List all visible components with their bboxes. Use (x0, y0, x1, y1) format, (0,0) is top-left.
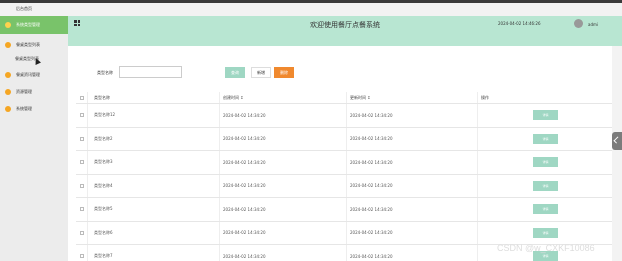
table-row: 类型名称2 2024-04-02 14:34:20 2024-04-02 14:34… (76, 127, 612, 151)
sidebar-item-label: 餐桌类型列表 (16, 42, 40, 47)
data-table: 类型名称 创建时间 ↕ 更新时间 ↕ 操作 类型名称12 2024-04-02 1… (76, 92, 612, 261)
table-row: 类型名称4 2024-04-02 14:34:20 2024-04-02 14:34… (76, 174, 612, 198)
location-icon (5, 42, 11, 48)
cell-created: 2024-04-02 14:34:20 (220, 198, 347, 221)
cell-action: 详情 (478, 104, 612, 127)
row-checkbox[interactable] (76, 198, 88, 221)
cell-updated: 2024-04-02 14:34:20 (347, 151, 478, 174)
cell-updated: 2024-04-02 14:34:20 (347, 127, 478, 150)
avatar[interactable] (574, 19, 583, 28)
detail-button[interactable]: 详情 (533, 227, 558, 238)
cell-name: 类型名称6 (88, 221, 220, 244)
scrollbar[interactable] (612, 46, 622, 261)
cell-created: 2024-04-02 14:34:20 (220, 151, 347, 174)
top-header: 欢迎使用餐厅点餐系统 2024-04-02 14:46:26 admi (68, 16, 622, 46)
cell-updated: 2024-04-02 14:34:20 (347, 174, 478, 197)
table-header: 类型名称 创建时间 ↕ 更新时间 ↕ 操作 (76, 92, 612, 104)
sidebar-item-type-management[interactable]: 系统类型管理 (0, 16, 68, 34)
cell-name: 类型名称2 (88, 127, 220, 150)
cell-updated: 2024-04-02 14:34:20 (347, 104, 478, 127)
cell-created: 2024-04-02 14:34:20 (220, 127, 347, 150)
row-checkbox[interactable] (76, 174, 88, 197)
sidebar-item-label: 资源管理 (16, 89, 32, 94)
current-time: 2024-04-02 14:46:26 (498, 21, 541, 26)
cell-updated: 2024-04-02 14:34:20 (347, 198, 478, 221)
add-button[interactable]: 新增 (251, 67, 271, 78)
chevron-left-icon (613, 136, 621, 144)
detail-button[interactable]: 详情 (533, 133, 558, 144)
cell-name: 类型名称7 (88, 245, 220, 261)
table-body: 类型名称12 2024-04-02 14:34:20 2024-04-02 14:3… (76, 104, 612, 261)
select-all-checkbox[interactable] (76, 92, 88, 103)
header-updated[interactable]: 更新时间 ↕ (347, 92, 478, 103)
cell-updated: 2024-04-02 14:34:20 (347, 245, 478, 261)
news-icon (5, 72, 11, 78)
type-icon (5, 22, 11, 28)
row-checkbox[interactable] (76, 245, 88, 261)
cell-action: 详情 (478, 198, 612, 221)
watermark: CSDN @w_CXKF10086 (497, 243, 595, 253)
collapse-tab[interactable] (612, 132, 622, 150)
cell-created: 2024-04-02 14:34:20 (220, 174, 347, 197)
detail-button[interactable]: 详情 (533, 157, 558, 168)
header-name: 类型名称 (88, 92, 220, 103)
row-checkbox[interactable] (76, 104, 88, 127)
table-row: 类型名称3 2024-04-02 14:34:20 2024-04-02 14:34… (76, 151, 612, 175)
sidebar-item-table-news[interactable]: 餐桌资讯管理 (0, 66, 68, 84)
header-action: 操作 (481, 94, 489, 100)
system-icon (5, 106, 11, 112)
table-row: 类型名称6 2024-04-02 14:34:20 2024-04-02 14:34… (76, 221, 612, 245)
cell-name: 类型名称12 (88, 104, 220, 127)
row-checkbox[interactable] (76, 127, 88, 150)
filter-label: 类型名称 (97, 70, 113, 75)
cell-action: 详情 (478, 128, 612, 151)
cell-created: 2024-04-02 14:34:20 (220, 104, 347, 127)
type-name-input[interactable] (119, 66, 182, 78)
search-button[interactable]: 查询 (225, 67, 245, 78)
cell-name: 类型名称4 (88, 174, 220, 197)
sidebar-item-label: 系统类型管理 (16, 22, 40, 27)
table-row: 类型名称12 2024-04-02 14:34:20 2024-04-02 14:3… (76, 104, 612, 128)
cell-action: 详情 (478, 175, 612, 198)
header-created[interactable]: 创建时间 ↕ (220, 92, 347, 103)
cell-action: 详情 (478, 222, 612, 245)
sidebar-item-label: 餐桌资讯管理 (16, 72, 40, 77)
detail-button[interactable]: 详情 (533, 180, 558, 191)
row-checkbox[interactable] (76, 221, 88, 244)
cell-created: 2024-04-02 14:34:20 (220, 221, 347, 244)
sidebar-item-label: 系统管理 (16, 106, 32, 111)
main-content: 类型名称 查询 新增 删除 类型名称 创建时间 ↕ 更新时间 ↕ 操作 类型名称… (68, 46, 612, 261)
cell-created: 2024-04-02 14:34:20 (220, 245, 347, 261)
delete-button[interactable]: 删除 (274, 67, 294, 78)
cell-updated: 2024-04-02 14:34:20 (347, 221, 478, 244)
table-row: 类型名称5 2024-04-02 14:34:20 2024-04-02 14:34… (76, 198, 612, 222)
sidebar: 系统类型管理 餐桌类型列表 餐桌类型列表 餐桌资讯管理 资源管理 系统管理 (0, 16, 68, 261)
detail-button[interactable]: 详情 (533, 110, 558, 121)
detail-button[interactable]: 详情 (533, 204, 558, 215)
cell-action: 详情 (478, 151, 612, 174)
username[interactable]: admi (588, 22, 598, 27)
resource-icon (5, 89, 11, 95)
sidebar-item-resource[interactable]: 资源管理 (0, 83, 68, 101)
cell-name: 类型名称3 (88, 151, 220, 174)
cell-name: 类型名称5 (88, 198, 220, 221)
row-checkbox[interactable] (76, 151, 88, 174)
sidebar-item-system[interactable]: 系统管理 (0, 100, 68, 118)
top-breadcrumb-bar: 后台首页 (0, 3, 622, 16)
home-link[interactable]: 后台首页 (16, 6, 32, 12)
